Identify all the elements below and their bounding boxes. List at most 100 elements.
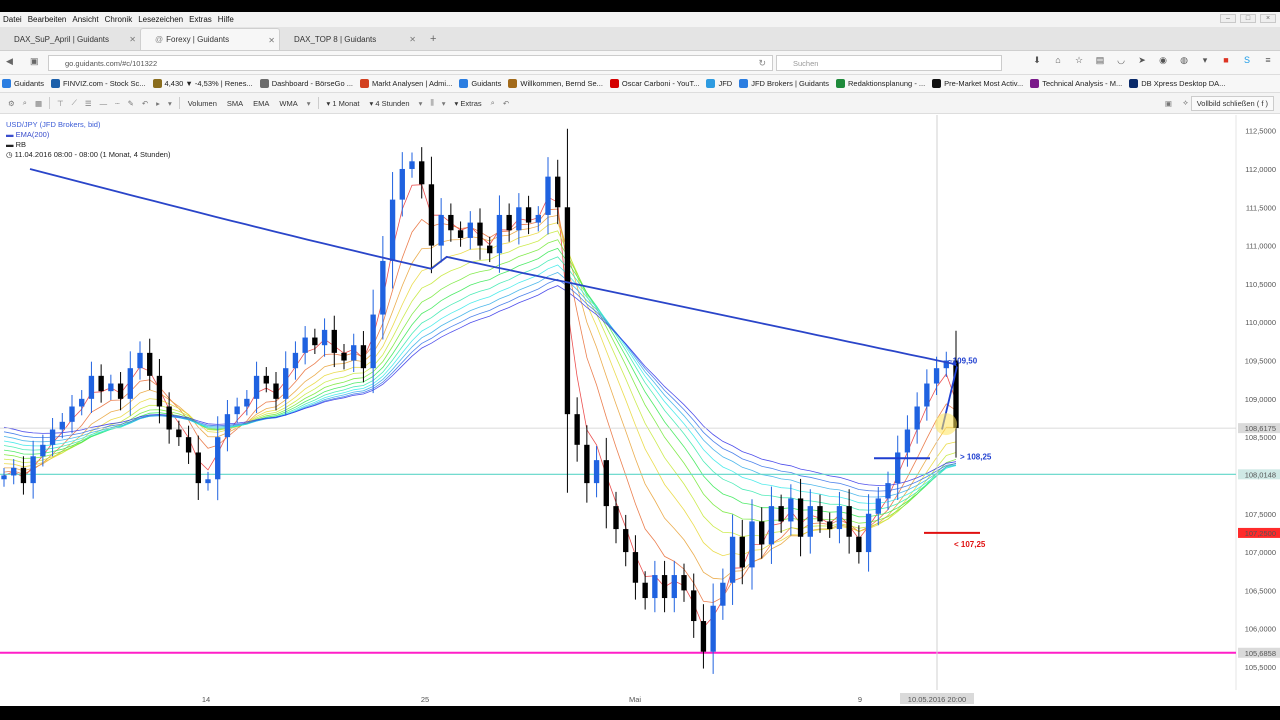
bookmark-item[interactable]: Technical Analysis - M...: [1030, 79, 1122, 88]
hline-tool-icon[interactable]: —: [96, 95, 112, 112]
range-select[interactable]: ▾ 1 Monat: [322, 95, 365, 112]
chart-area[interactable]: ~109,50 > 108,25 < 107,25 112,5000 112,0000…: [0, 115, 1280, 706]
legend-ema[interactable]: ▬ EMA(200): [6, 130, 170, 140]
candle: [865, 494, 872, 572]
bookmark-item[interactable]: Guidants: [2, 79, 44, 88]
back-icon[interactable]: ◀: [6, 56, 13, 67]
dashed-tool-icon[interactable]: ┄: [111, 95, 124, 112]
candle-body: [215, 437, 221, 480]
menu-icon[interactable]: ≡: [1262, 55, 1274, 66]
screenshot-icon[interactable]: ▣: [1161, 95, 1176, 112]
line-tool-icon[interactable]: ⊤: [53, 95, 68, 112]
bookmark-item[interactable]: JFD Brokers | Guidants: [739, 79, 829, 88]
zoom-icon[interactable]: ⌕: [487, 95, 499, 112]
extras-label: Extras: [460, 98, 482, 108]
price-tick-label: 112,0000: [1245, 165, 1276, 174]
bookmark-item[interactable]: 4,430 ▼ -4,53% | Renes...: [152, 79, 253, 88]
sma-button[interactable]: SMA: [222, 95, 248, 112]
new-tab-icon[interactable]: +: [420, 28, 446, 50]
menu-lesezeichen[interactable]: Lesezeichen: [135, 15, 186, 24]
bookmark-item[interactable]: Markt Analysen | Admi...: [360, 79, 452, 88]
trend-tool-icon[interactable]: ⟋: [68, 95, 81, 112]
pocket-icon[interactable]: ◡: [1115, 55, 1127, 66]
candle-body: [836, 506, 843, 530]
cursor-icon[interactable]: ▸: [152, 95, 164, 112]
chevron-down-icon[interactable]: ▾: [438, 95, 450, 112]
extras-select[interactable]: ▾ Extras: [450, 95, 487, 112]
bookmark-item[interactable]: Pre-Market Most Activ...: [932, 79, 1023, 88]
maximize-icon[interactable]: □: [1240, 14, 1256, 23]
bookmark-item[interactable]: Redaktionsplanung - ...: [836, 79, 925, 88]
pen-tool-icon[interactable]: ✎: [124, 95, 138, 112]
search-icon[interactable]: ⌕: [19, 95, 31, 112]
skype-icon[interactable]: S: [1241, 55, 1253, 66]
interval-select[interactable]: ▾ 4 Stunden: [365, 95, 415, 112]
url-bar[interactable]: go.guidants.com/#c/101322 ↻: [48, 55, 773, 71]
red-addon-icon[interactable]: ■: [1220, 55, 1232, 66]
candle-type-icon[interactable]: ⫼: [426, 95, 437, 112]
bookmark-item[interactable]: DB Xpress Desktop DA...: [1129, 79, 1225, 88]
bookmark-item[interactable]: Guidants: [459, 79, 501, 88]
reset-zoom-icon[interactable]: ↶: [499, 95, 513, 112]
tab-dax-sup-april[interactable]: DAX_SuP_April | Guidants ✕: [0, 28, 140, 50]
close-tab-icon[interactable]: ✕: [129, 35, 136, 44]
chevron-down-icon[interactable]: ▾: [164, 95, 176, 112]
bookmarks-icon[interactable]: ▤: [1094, 55, 1106, 66]
candle-body: [11, 467, 17, 476]
menu-extras[interactable]: Extras: [186, 15, 215, 24]
candle: [681, 563, 687, 602]
candle: [409, 152, 415, 178]
addon-icon[interactable]: ◉: [1157, 55, 1169, 66]
exit-fullscreen-button[interactable]: Vollbild schließen ( f ): [1190, 96, 1274, 111]
bookmark-item[interactable]: FINVIZ.com - Stock Sc...: [51, 79, 146, 88]
undo-icon[interactable]: ↶: [138, 95, 152, 112]
home-icon[interactable]: ⌂: [1052, 55, 1064, 66]
tab-forexy[interactable]: @ Forexy | Guidants ✕: [140, 28, 280, 50]
chevron-down-icon[interactable]: ▾: [415, 95, 427, 112]
volume-button[interactable]: Volumen: [183, 95, 222, 112]
candle: [467, 211, 473, 250]
tab-dax-top8[interactable]: DAX_TOP 8 | Guidants ✕: [280, 28, 420, 50]
candle-body: [652, 575, 658, 599]
bookmark-label: Oscar Carboni - YouT...: [621, 79, 700, 88]
close-tab-icon[interactable]: ✕: [409, 35, 416, 44]
bookmark-label: JFD Brokers | Guidants: [751, 79, 830, 88]
ema-button[interactable]: EMA: [248, 95, 274, 112]
minimize-icon[interactable]: –: [1220, 14, 1236, 23]
candle-body: [244, 398, 250, 407]
candle: [671, 560, 677, 613]
search-input[interactable]: Suchen: [776, 55, 1002, 71]
layout-icon[interactable]: ▦: [31, 95, 46, 112]
candle-body: [681, 575, 687, 591]
send-icon[interactable]: ➤: [1136, 55, 1148, 66]
candle: [661, 560, 668, 613]
bookmark-item[interactable]: Dashboard - BörseGo ...: [259, 79, 353, 88]
settings-icon[interactable]: ⚙: [4, 95, 19, 112]
menu-bearbeiten[interactable]: Bearbeiten: [25, 15, 70, 24]
legend-rb[interactable]: ▬ RB: [6, 140, 170, 150]
menu-ansicht[interactable]: Ansicht: [69, 15, 101, 24]
bookmark-item[interactable]: Willkommen, Bernd Se...: [508, 79, 603, 88]
candle-body: [778, 506, 784, 522]
menu-hilfe[interactable]: Hilfe: [215, 15, 237, 24]
close-icon[interactable]: ×: [1260, 14, 1276, 23]
bookmark-item[interactable]: Oscar Carboni - YouT...: [609, 79, 700, 88]
candle-body: [312, 337, 318, 346]
fib-tool-icon[interactable]: ☰: [81, 95, 96, 112]
time-tick-label: 9: [858, 695, 862, 704]
candle-body: [691, 590, 697, 622]
menu-chronik[interactable]: Chronik: [102, 15, 136, 24]
bookmark-label: FINVIZ.com - Stock Sc...: [63, 79, 146, 88]
reload-icon[interactable]: ↻: [758, 58, 766, 69]
download-icon[interactable]: ⬇: [1031, 55, 1043, 66]
tools-icon[interactable]: ▾: [1199, 55, 1211, 66]
star-icon[interactable]: ☆: [1073, 55, 1085, 66]
bookmark-item[interactable]: JFD: [706, 79, 732, 88]
price-chart[interactable]: ~109,50 > 108,25 < 107,25 112,5000 112,0000…: [0, 115, 1280, 706]
chevron-down-icon[interactable]: ▾: [303, 95, 315, 112]
wma-button[interactable]: WMA: [274, 95, 302, 112]
close-tab-icon[interactable]: ✕: [268, 36, 275, 45]
menu-datei[interactable]: Datei: [0, 15, 25, 24]
chart-legend: USD/JPY (JFD Brokers, bid) ▬ EMA(200) ▬ …: [6, 120, 170, 160]
extension-icon[interactable]: ◍: [1178, 55, 1190, 66]
